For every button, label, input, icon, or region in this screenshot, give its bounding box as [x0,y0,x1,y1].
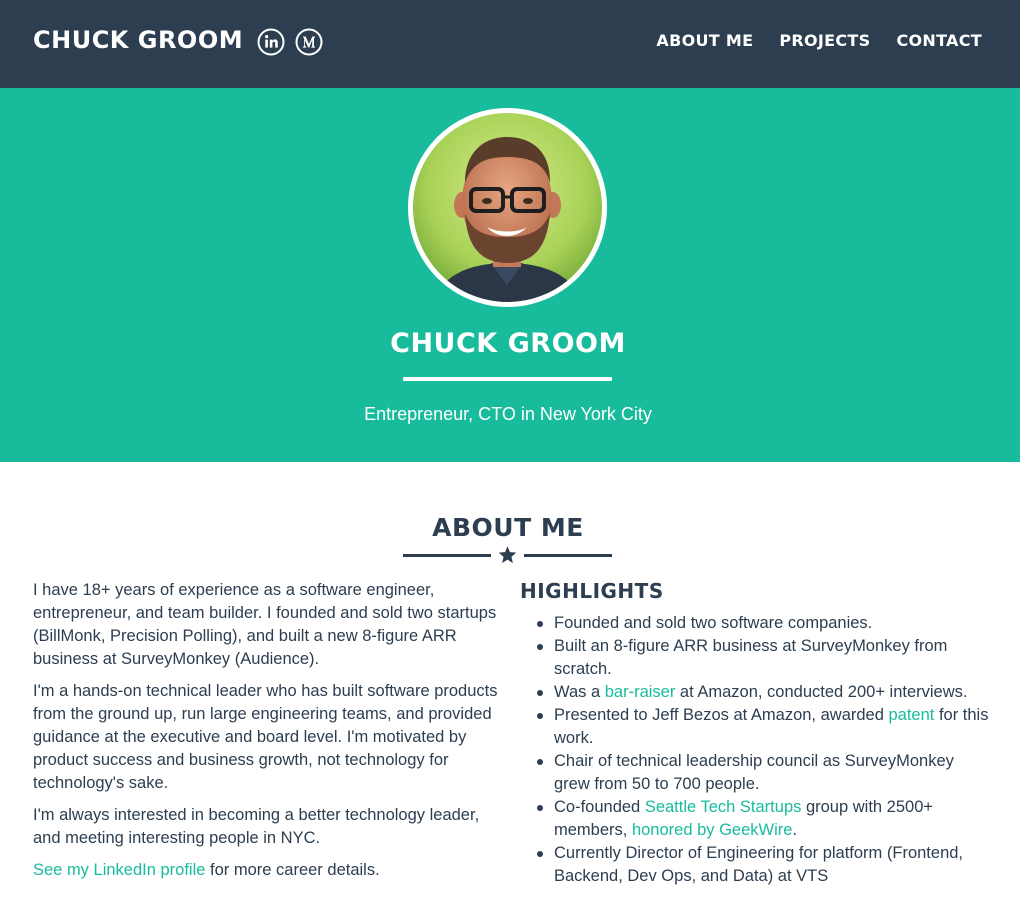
navbar: CHUCK GROOM ABOUT ME PROJECTS CONTACT [0,0,1020,88]
list-item: Built an 8-figure ARR business at Survey… [537,635,994,681]
list-item: Was a bar-raiser at Amazon, conducted 20… [537,681,994,704]
about-title: ABOUT ME [432,513,584,542]
list-item-text: . [792,821,798,839]
about-paragraph: I'm always interested in becoming a bett… [33,806,480,847]
nav-link-contact[interactable]: CONTACT [896,31,982,50]
bar-raiser-link[interactable]: bar-raiser [605,683,676,701]
list-item: Chair of technical leadership council as… [537,750,994,796]
list-item: Currently Director of Engineering for pl… [537,842,994,888]
seattle-tech-startups-link[interactable]: Seattle Tech Startups [645,798,802,816]
about-paragraph: I have 18+ years of experience as a soft… [33,581,497,668]
nav-link-projects[interactable]: PROJECTS [779,31,870,50]
list-item: Founded and sold two software companies. [537,612,994,635]
masthead-name: CHUCK GROOM [390,328,626,359]
about-divider-right [524,554,612,557]
about-text: I have 18+ years of experience as a soft… [33,579,503,891]
profile-photo [413,113,602,302]
highlights-list: Founded and sold two software companies.… [537,612,994,888]
masthead-tagline: Entrepreneur, CTO in New York City [364,404,652,424]
masthead-divider [403,377,612,381]
list-item-text: Was a [554,683,605,701]
list-item-text: at Amazon, conducted 200+ interviews. [675,683,968,701]
list-item-text: Co-founded [554,798,645,816]
nav-links: ABOUT ME PROJECTS CONTACT [656,31,982,50]
list-item: Presented to Jeff Bezos at Amazon, award… [537,704,994,750]
patent-link[interactable]: patent [888,706,934,724]
about-paragraph: I'm a hands-on technical leader who has … [33,682,498,792]
about-divider-left [403,554,491,557]
highlights-title: HIGHLIGHTS [520,579,664,603]
brand-logo-link[interactable]: CHUCK GROOM [33,26,243,54]
nav-link-about[interactable]: ABOUT ME [656,31,753,50]
masthead: CHUCK GROOM Entrepreneur, CTO in New Yor… [0,88,1020,462]
medium-icon[interactable] [295,28,323,56]
list-item: Co-founded Seattle Tech Startups group w… [537,796,994,842]
linkedin-profile-link[interactable]: See my LinkedIn profile [33,861,205,879]
about-paragraph: See my LinkedIn profile for more career … [33,859,503,882]
profile-photo-frame [408,108,607,307]
geekwire-link[interactable]: honored by GeekWire [632,821,793,839]
star-icon [498,546,517,564]
linkedin-icon[interactable] [257,28,285,56]
list-item-text: Presented to Jeff Bezos at Amazon, award… [554,706,889,724]
linkedin-profile-suffix: for more career details. [205,861,380,879]
